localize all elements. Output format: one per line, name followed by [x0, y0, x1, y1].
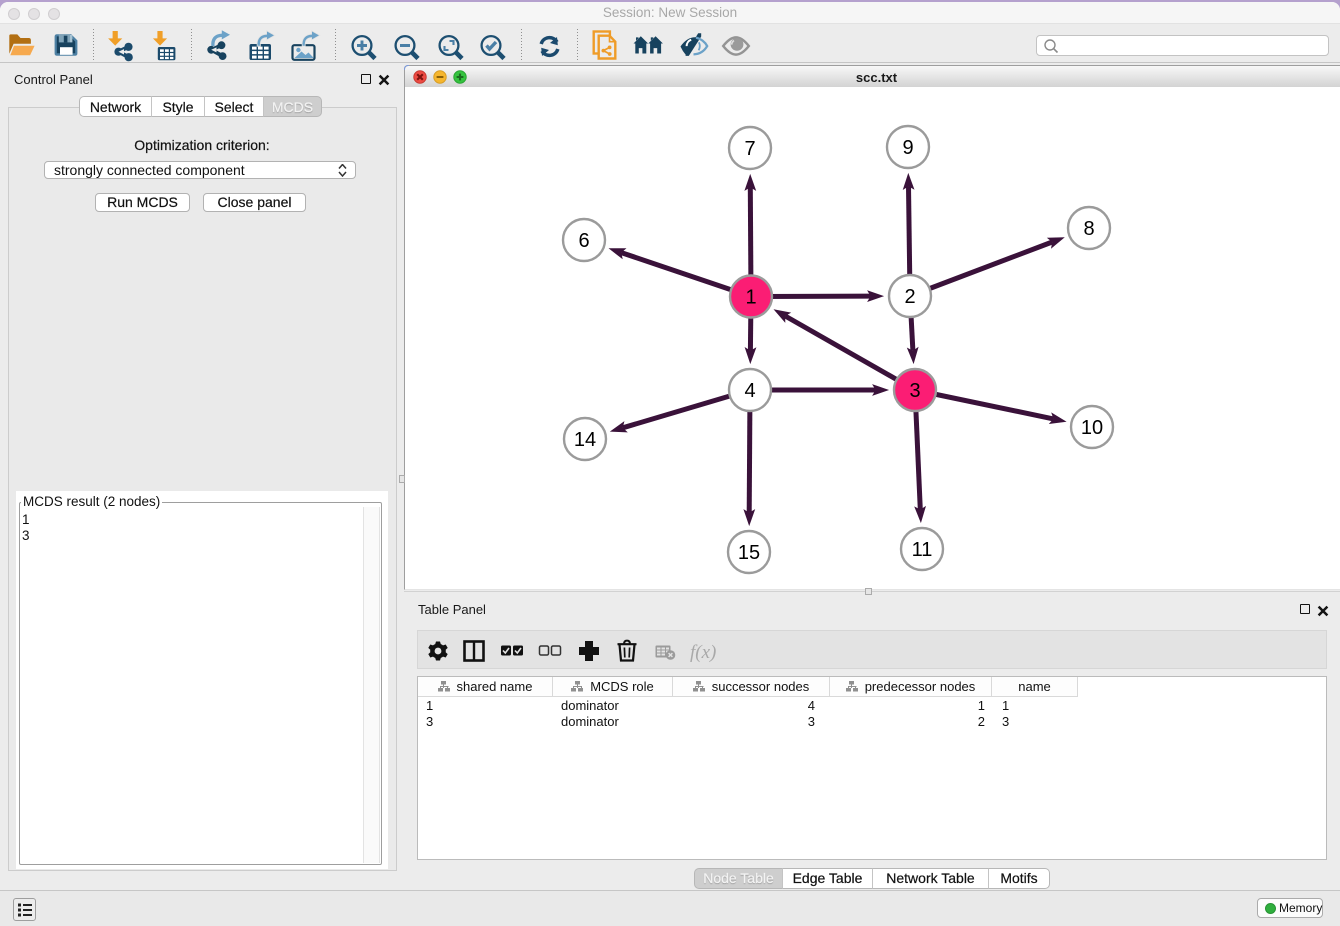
svg-text:f(x): f(x)	[690, 642, 716, 663]
svg-text:9: 9	[902, 137, 913, 159]
svg-text:4: 4	[744, 380, 755, 402]
svg-text:11: 11	[912, 539, 933, 561]
svg-text:8: 8	[1083, 218, 1094, 240]
svg-text:7: 7	[744, 138, 755, 160]
svg-text:15: 15	[738, 542, 760, 564]
svg-text:1: 1	[745, 287, 756, 309]
svg-text:3: 3	[909, 380, 920, 402]
svg-text:14: 14	[574, 429, 596, 451]
svg-text:6: 6	[578, 230, 589, 252]
svg-text:10: 10	[1081, 417, 1103, 439]
svg-text:2: 2	[904, 286, 915, 308]
